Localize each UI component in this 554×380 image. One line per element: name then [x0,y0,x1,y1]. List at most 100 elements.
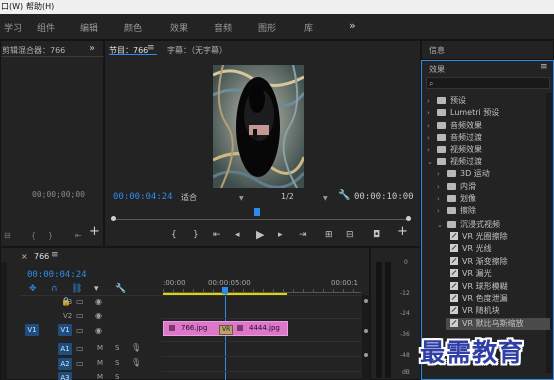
tree-item-audio-transitions[interactable]: › 音频过渡 [427,132,482,144]
mute-button[interactable]: M [97,359,103,367]
clip-mixer-more-chevron-icon[interactable]: » [89,44,95,54]
scroll-handle[interactable] [364,299,368,303]
program-menu-icon[interactable]: ≡ [147,44,155,53]
tree-item-vr-light-rays[interactable]: VR 光线 [450,243,492,255]
mark-in-icon[interactable]: { [171,231,177,240]
timeline-playhead-handle[interactable] [222,287,228,294]
expand-arrow-icon[interactable]: › [427,95,437,107]
tree-item-iris[interactable]: › 划像 [437,193,476,205]
workspace-effects[interactable]: 效果 [170,21,188,34]
menu-window[interactable]: 口(W) [1,0,23,14]
fit-dropdown[interactable]: 适合 [181,192,197,203]
track-name-a3[interactable]: A3 [58,372,72,380]
effects-panel-title[interactable]: 效果 [429,64,445,75]
tab-captions[interactable]: 字幕：（无字幕） [167,45,227,56]
tree-item-vr-light-leaks[interactable]: VR 漏光 [450,268,492,280]
transition-vr-block[interactable]: VR [219,325,233,335]
clip-mixer-title[interactable]: 剪辑混合器：766 [2,45,65,56]
workspace-color[interactable]: 颜色 [124,21,142,34]
scrubber-start-handle[interactable] [111,216,116,221]
microphone-icon[interactable]: 🎙 [131,358,141,367]
expand-arrow-icon[interactable]: › [427,120,437,132]
mute-button[interactable]: M [97,373,103,380]
tree-item-immersive-video[interactable]: ⌄ 沉浸式视频 [437,219,500,231]
step-forward-icon[interactable]: ▸ [278,231,283,240]
microphone-icon[interactable]: 🎙 [131,343,141,352]
step-back-icon[interactable]: ◂ [235,231,240,240]
sync-lock-icon[interactable]: ▭ [76,344,84,353]
effects-menu-icon[interactable]: ≡ [540,63,548,72]
track-name-v1[interactable]: V1 [58,324,72,336]
add-button-icon[interactable]: + [89,225,100,238]
add-marker-icon[interactable]: ▾ [94,285,99,294]
go-in-icon[interactable]: ⇤ [75,231,82,240]
expand-arrow-icon[interactable]: › [427,107,437,119]
tree-item-audio-effects[interactable]: › 音频效果 [427,120,482,132]
tree-item-vr-gradient-wipe[interactable]: VR 渐变擦除 [450,256,508,268]
nest-icon[interactable]: ✥ [29,285,37,294]
clip-v1-766[interactable]: 766.jpg VR 4444.jpg [163,321,288,336]
workspace-libraries[interactable]: 库 [304,21,313,34]
tree-item-presets[interactable]: › 预设 [427,95,466,107]
timeline-menu-icon[interactable]: ≡ [51,251,59,260]
solo-button[interactable]: S [115,373,119,380]
fit-chevron-down-icon[interactable]: ▼ [239,194,244,203]
expand-arrow-icon[interactable]: › [437,181,447,193]
mark-out-icon[interactable]: } [193,231,199,240]
tree-item-vr-chroma-leaks[interactable]: VR 色度泄漏 [450,293,508,305]
mute-button[interactable]: M [97,344,103,352]
collapse-arrow-icon[interactable]: ⌄ [437,219,447,231]
timeline-settings-wrench-icon[interactable]: 🔧 [115,285,126,294]
tree-item-vr-spherical-blur[interactable]: VR 球形模糊 [450,281,508,293]
workspace-learning[interactable]: 学习 [4,21,22,34]
close-icon[interactable]: × [21,252,28,261]
eye-icon[interactable]: ◉ [95,297,102,306]
workspace-more-chevron-icon[interactable]: » [349,19,356,32]
solo-button[interactable]: S [115,359,119,367]
timeline-sequence-tab[interactable]: 766 [34,252,49,261]
resolution-dropdown[interactable]: 1/2 [281,192,294,201]
track-name-a1[interactable]: A1 [58,343,72,355]
eye-icon[interactable]: ◉ [95,311,102,320]
lift-icon[interactable]: ⊞ [325,231,333,240]
workspace-editing[interactable]: 编辑 [80,21,98,34]
effects-search-input[interactable]: ⌕ [426,77,550,89]
snap-icon[interactable]: ∩ [51,285,58,294]
tree-item-3d-motion[interactable]: › 3D 运动 [437,168,490,180]
sync-lock-icon[interactable]: ▭ [76,359,84,368]
scroll-handle[interactable] [364,329,368,333]
tree-item-video-effects[interactable]: › 视频效果 [427,144,482,156]
export-frame-icon[interactable]: ◘ [373,231,380,240]
info-panel-title[interactable]: 信息 [429,45,445,56]
go-to-out-icon[interactable]: ⇥ [299,231,307,240]
program-playhead[interactable] [254,208,260,216]
timeline-playhead-timecode[interactable]: 00:00:04:24 [27,270,87,280]
effects-search-field[interactable] [439,78,547,88]
scroll-handle[interactable] [364,353,368,357]
sync-lock-icon[interactable]: ▭ [76,326,84,335]
workspace-audio[interactable]: 音频 [214,21,232,34]
track-name-a2[interactable]: A2 [58,358,72,370]
expand-arrow-icon[interactable]: › [437,205,447,217]
tree-item-vr-mobius-zoom[interactable]: VR 默比乌斯缩放 [446,318,550,330]
tree-item-vr-random-blocks[interactable]: VR 随机块 [450,305,500,317]
collapse-arrow-icon[interactable]: ⌄ [427,156,437,168]
expand-arrow-icon[interactable]: › [437,168,447,180]
wrench-icon[interactable]: 🔧 [338,191,350,201]
expand-arrow-icon[interactable]: › [437,193,447,205]
source-patch-v1[interactable]: V1 [25,324,39,336]
resolution-chevron-down-icon[interactable]: ▼ [323,194,328,203]
program-playhead-timecode[interactable]: 00:00:04:24 [113,192,173,202]
marker-out-icon[interactable]: } [48,231,53,240]
expand-arrow-icon[interactable]: › [427,144,437,156]
effects-scrollbar[interactable] [546,93,552,373]
workspace-assembly[interactable]: 组件 [37,21,55,34]
tree-item-lumetri-presets[interactable]: › Lumetri 预设 [427,107,499,119]
tree-item-vr-iris-wipe[interactable]: VR 光圈擦除 [450,231,508,243]
tree-item-slide[interactable]: › 内滑 [437,181,476,193]
timeline-scrollbar[interactable] [362,295,370,380]
linked-selection-icon[interactable]: ⛓ [71,285,82,294]
program-scrubber-track[interactable] [111,219,411,220]
tree-item-video-transitions[interactable]: ⌄ 视频过渡 [427,156,482,168]
sync-lock-icon[interactable]: ▭ [76,311,84,320]
